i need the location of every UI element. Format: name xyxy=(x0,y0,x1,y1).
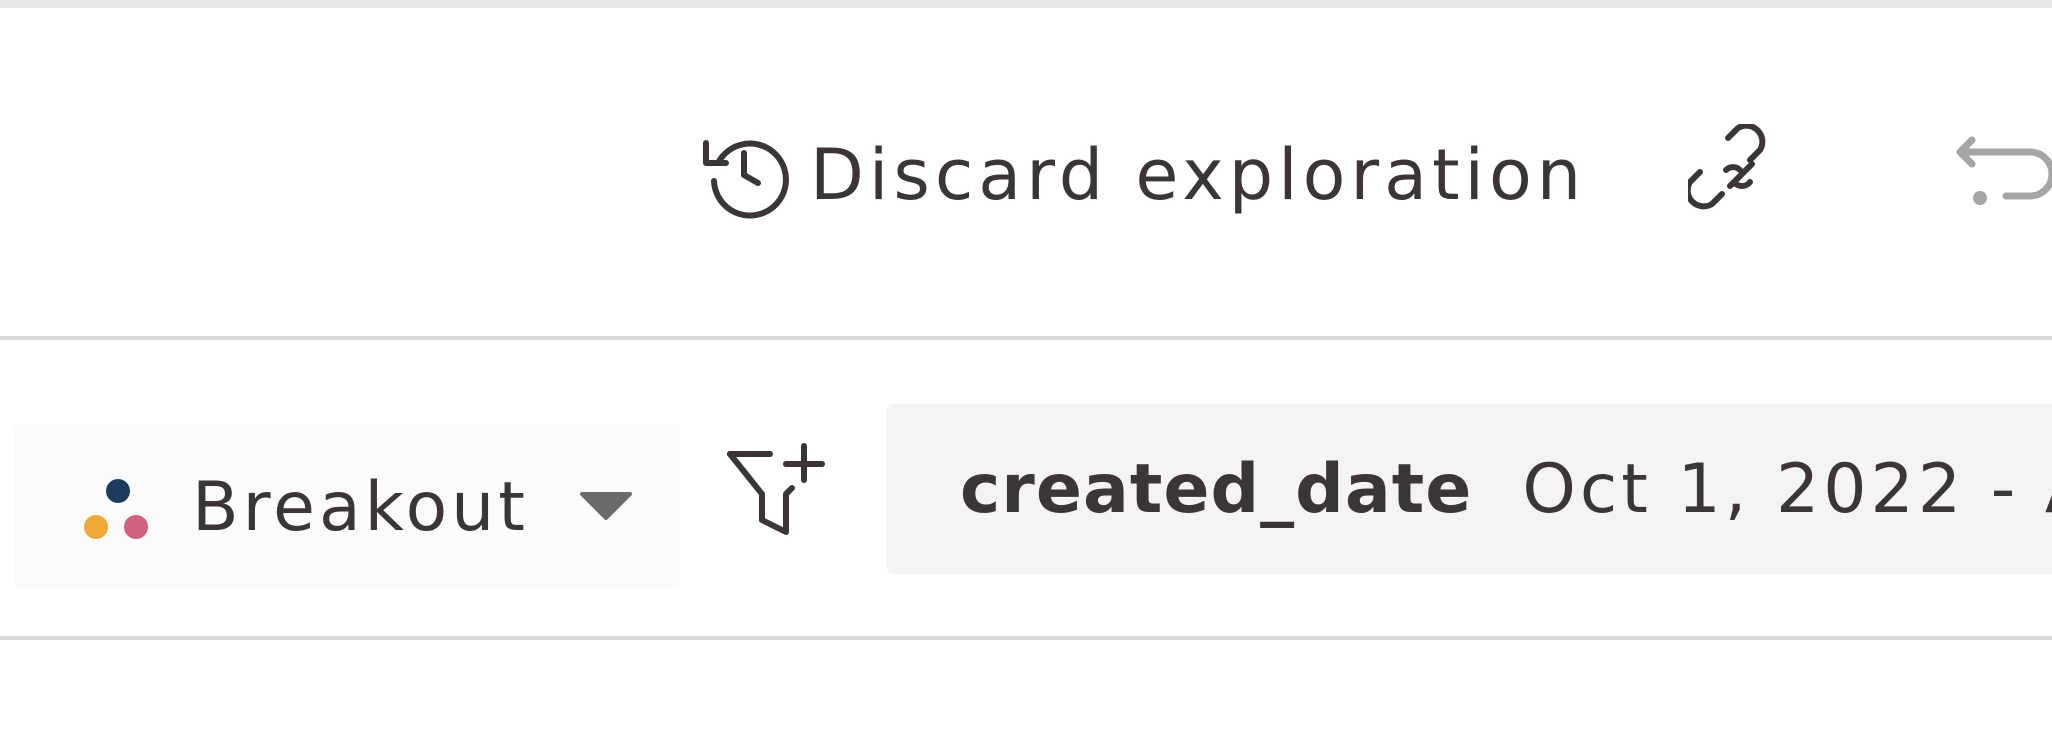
undo-icon xyxy=(1950,126,2052,226)
date-filter-chip[interactable]: created_date Oct 1, 2022 - A xyxy=(886,404,2052,574)
filter-date-range: Oct 1, 2022 - A xyxy=(1522,449,2052,529)
discard-exploration-label: Discard exploration xyxy=(810,134,1587,216)
history-icon xyxy=(700,129,792,221)
undo-button[interactable] xyxy=(1950,126,2052,226)
toolbar-divider xyxy=(0,336,2052,340)
filter-plus-icon xyxy=(722,440,832,560)
filter-field-name: created_date xyxy=(960,449,1473,529)
discard-exploration-button[interactable]: Discard exploration xyxy=(700,120,1586,230)
breakout-button[interactable]: Breakout xyxy=(14,424,680,590)
filter-bar-divider xyxy=(0,636,2052,640)
link-icon xyxy=(1688,124,1792,228)
breakout-label: Breakout xyxy=(192,467,529,547)
top-border xyxy=(0,0,2052,8)
breakout-dots-icon xyxy=(14,465,156,549)
explore-page: Discard exploration Breakout created_dat… xyxy=(0,0,2052,734)
add-filter-button[interactable] xyxy=(722,440,832,560)
copy-link-button[interactable] xyxy=(1688,124,1792,228)
